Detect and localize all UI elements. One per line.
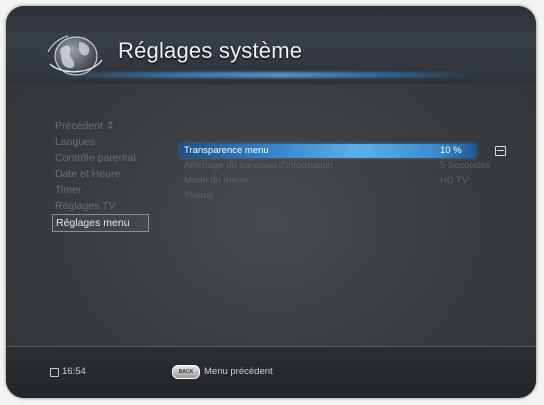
setting-value: HD TV — [440, 175, 469, 186]
clock-icon — [50, 368, 59, 377]
header-glow-line — [46, 72, 476, 78]
globe-icon — [47, 35, 103, 76]
page-title: Réglages système — [118, 38, 303, 63]
setting-label: Affichage du bandeau d'information — [184, 160, 333, 171]
setting-label: Thème — [184, 190, 214, 201]
setting-row-theme[interactable]: Thème — [184, 189, 504, 203]
tv-screen: Réglages système Précédent ⇕ Langues Con… — [6, 6, 536, 398]
side-menu-item-tv-settings[interactable]: Réglages TV — [52, 198, 162, 214]
clock-time: 16:54 — [62, 366, 86, 377]
footer-bar: 16:54 BACK Menu précédent — [6, 346, 536, 398]
side-menu-item-timer[interactable]: Timer — [52, 182, 162, 198]
setting-row-menu-mode[interactable]: Mode du menu HD TV — [184, 174, 504, 188]
side-menu-item-menu-settings[interactable]: Réglages menu — [52, 214, 149, 232]
setting-row-menu-transparency[interactable]: Transparence menu 10 % — [180, 144, 476, 158]
side-menu-item-date-time[interactable]: Date et Heure — [52, 166, 162, 182]
setting-row-info-banner[interactable]: Affichage du bandeau d'information 5 Sec… — [184, 159, 504, 173]
settings-list: Transparence menu 10 % Affichage du band… — [180, 144, 504, 204]
back-hint-label: Menu précédent — [204, 366, 273, 377]
side-menu-item-languages[interactable]: Langues — [52, 134, 162, 150]
back-key-label: BACK — [178, 369, 194, 375]
side-menu: Précédent ⇕ Langues Contrôle parental Da… — [52, 118, 162, 232]
slider-adjust-icon[interactable] — [495, 146, 506, 156]
side-menu-item-parental-control[interactable]: Contrôle parental — [52, 150, 162, 166]
setting-value: 5 Secondes — [440, 160, 491, 171]
setting-label: Transparence menu — [184, 145, 269, 156]
side-menu-item-back[interactable]: Précédent ⇕ — [52, 118, 162, 134]
setting-value: 10 % — [440, 145, 462, 156]
back-key-icon[interactable]: BACK — [172, 365, 200, 379]
setting-label: Mode du menu — [184, 175, 248, 186]
